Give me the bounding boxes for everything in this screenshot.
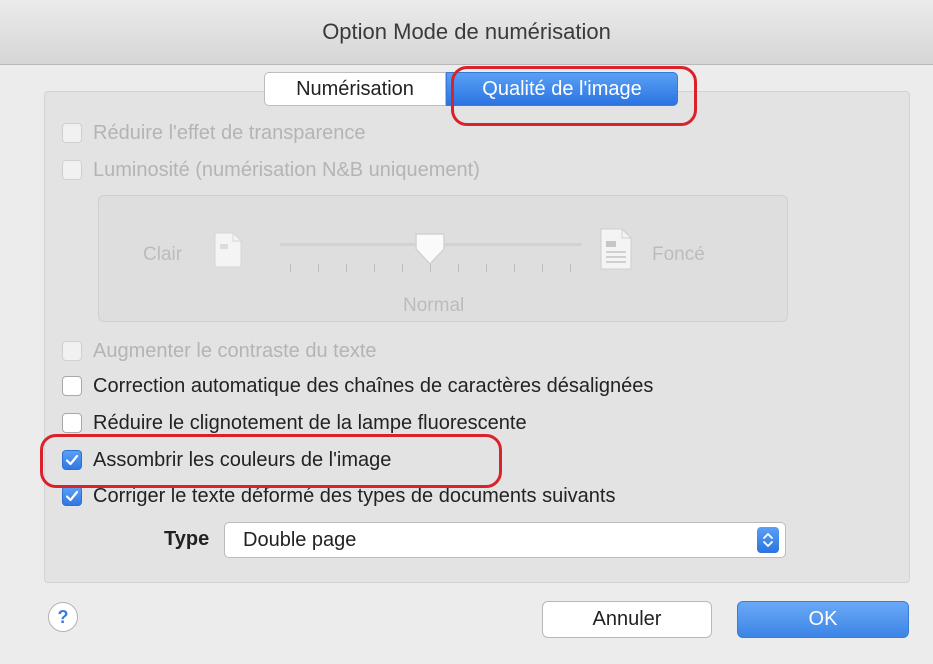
tab-numerisation[interactable]: Numérisation: [264, 72, 446, 106]
checkmark-icon: [65, 454, 79, 466]
select-arrows-icon: [757, 527, 779, 553]
help-button[interactable]: ?: [48, 602, 78, 632]
checkbox-darken-colors[interactable]: [62, 450, 82, 470]
option-reduce-flicker[interactable]: Réduire le clignotement de la lampe fluo…: [62, 409, 527, 437]
brightness-light-label: Clair: [143, 244, 183, 265]
type-label: Type: [164, 528, 210, 550]
brightness-dark-label: Foncé: [652, 244, 705, 265]
option-label: Correction automatique des chaînes de ca…: [93, 374, 654, 397]
checkbox-auto-deskew[interactable]: [62, 376, 82, 396]
brightness-slider-thumb[interactable]: [414, 232, 446, 266]
option-brightness[interactable]: Luminosité (numérisation N&B uniquement): [62, 156, 480, 184]
type-select[interactable]: Double page: [224, 522, 786, 558]
option-darken-colors[interactable]: Assombrir les couleurs de l'image: [62, 446, 391, 474]
tab-bar: Numérisation Qualité de l'image: [264, 72, 678, 108]
checkbox-reduce-transparency[interactable]: [62, 123, 82, 143]
option-auto-deskew[interactable]: Correction automatique des chaînes de ca…: [62, 372, 653, 400]
checkbox-brightness[interactable]: [62, 160, 82, 180]
brightness-value-label: Normal: [403, 295, 465, 316]
cancel-button[interactable]: Annuler: [542, 601, 712, 638]
option-label: Réduire l'effet de transparence: [93, 121, 366, 144]
option-label: Luminosité (numérisation N&B uniquement): [93, 158, 480, 181]
checkbox-reduce-flicker[interactable]: [62, 413, 82, 433]
light-document-icon: [214, 232, 242, 268]
dark-document-icon: [600, 228, 632, 270]
option-reduce-transparency[interactable]: Réduire l'effet de transparence: [62, 119, 366, 147]
type-select-value: Double page: [243, 528, 357, 551]
window-title: Option Mode de numérisation: [322, 19, 611, 44]
option-label: Assombrir les couleurs de l'image: [93, 448, 392, 471]
window-title-bar: Option Mode de numérisation: [0, 0, 933, 65]
ok-button[interactable]: OK: [737, 601, 909, 638]
option-label: Réduire le clignotement de la lampe fluo…: [93, 411, 527, 434]
option-label: Corriger le texte déformé des types de d…: [93, 484, 616, 507]
option-correct-distorted-text[interactable]: Corriger le texte déformé des types de d…: [62, 482, 615, 510]
option-increase-contrast[interactable]: Augmenter le contraste du texte: [62, 337, 377, 365]
checkmark-icon: [65, 490, 79, 502]
checkbox-increase-contrast[interactable]: [62, 341, 82, 361]
tab-qualite-image[interactable]: Qualité de l'image: [446, 72, 678, 106]
option-label: Augmenter le contraste du texte: [93, 339, 377, 362]
checkbox-correct-distorted-text[interactable]: [62, 486, 82, 506]
